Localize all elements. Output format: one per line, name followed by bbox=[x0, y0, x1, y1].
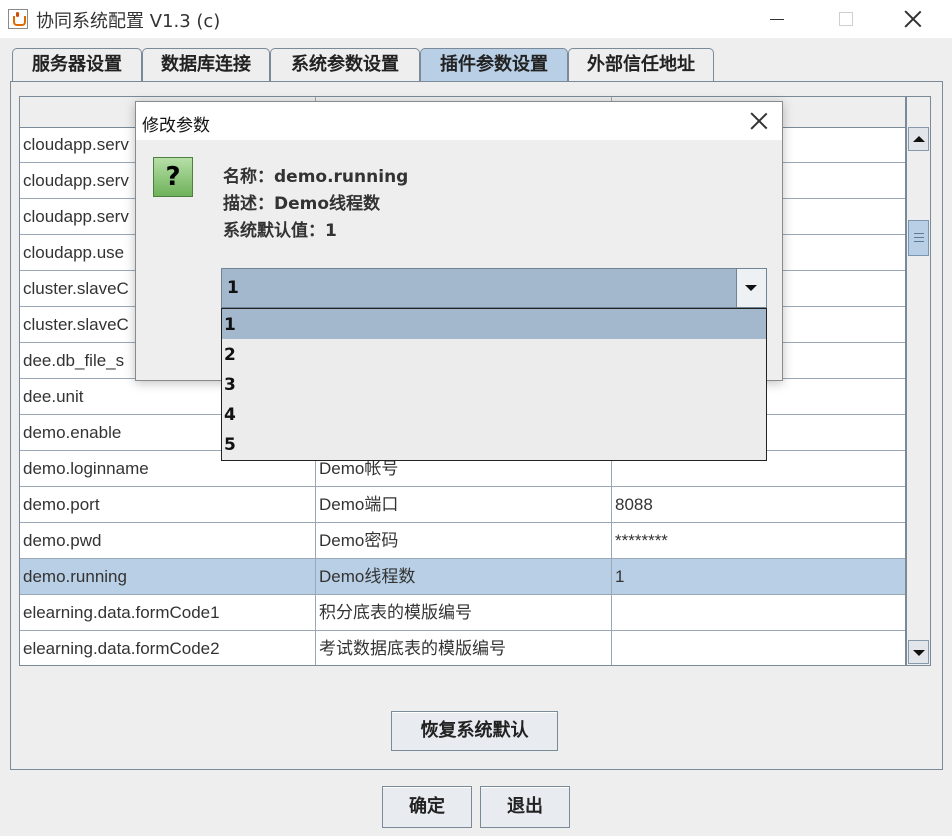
dialog-title-bar: 修改参数 bbox=[136, 102, 782, 140]
cell-param-description[interactable]: Demo端口 bbox=[316, 487, 612, 523]
table-row[interactable]: elearning.data.formCode1 积分底表的模版编号 bbox=[20, 595, 905, 631]
maximize-button bbox=[822, 0, 868, 38]
desc-value: Demo线程数 bbox=[274, 194, 381, 214]
minimize-icon bbox=[770, 19, 784, 20]
scroll-up-button[interactable] bbox=[908, 127, 929, 151]
cell-param-name[interactable]: demo.port bbox=[20, 487, 316, 523]
name-label: 名称： bbox=[223, 167, 274, 187]
cell-param-value[interactable]: 1 bbox=[612, 559, 905, 595]
question-icon: ? bbox=[153, 157, 193, 197]
cell-param-name[interactable]: demo.running bbox=[20, 559, 316, 595]
dropdown-option[interactable]: 4 bbox=[222, 399, 766, 429]
close-button[interactable] bbox=[890, 0, 936, 38]
tab-server-settings[interactable]: 服务器设置 bbox=[12, 48, 142, 81]
cell-param-value[interactable]: ******** bbox=[612, 523, 905, 559]
exit-button[interactable]: 退出 bbox=[480, 786, 570, 828]
table-row[interactable]: demo.running Demo线程数 1 bbox=[20, 559, 905, 595]
title-bar: 协同系统配置 V1.3 (c) bbox=[0, 0, 952, 38]
cell-param-value[interactable] bbox=[612, 595, 905, 631]
maximize-icon bbox=[839, 12, 853, 26]
minimize-button[interactable] bbox=[754, 0, 800, 38]
table-row[interactable]: demo.port Demo端口 8088 bbox=[20, 487, 905, 523]
name-value: demo.running bbox=[274, 167, 409, 187]
param-desc-line: 描述：Demo线程数 bbox=[223, 189, 380, 214]
dropdown-option[interactable]: 3 bbox=[222, 369, 766, 399]
table-row[interactable]: demo.pwd Demo密码 ******** bbox=[20, 523, 905, 559]
vertical-scrollbar[interactable] bbox=[906, 96, 931, 666]
combobox-value: 1 bbox=[227, 278, 239, 298]
cell-param-value[interactable]: 8088 bbox=[612, 487, 905, 523]
dropdown-option[interactable]: 2 bbox=[222, 339, 766, 369]
combobox-arrow-button[interactable] bbox=[736, 269, 766, 307]
cell-param-name[interactable]: elearning.data.formCode2 bbox=[20, 631, 316, 665]
dialog-title: 修改参数 bbox=[142, 116, 210, 136]
desc-label: 描述： bbox=[223, 194, 274, 214]
cell-param-description[interactable]: 考试数据底表的模版编号 bbox=[316, 631, 612, 665]
tab-system-params[interactable]: 系统参数设置 bbox=[270, 48, 420, 81]
default-label: 系统默认值： bbox=[223, 221, 325, 241]
param-name-line: 名称：demo.running bbox=[223, 162, 408, 187]
table-row[interactable]: elearning.data.formCode2 考试数据底表的模版编号 bbox=[20, 631, 905, 665]
default-value: 1 bbox=[325, 221, 337, 241]
restore-default-button[interactable]: 恢复系统默认 bbox=[391, 711, 558, 751]
chevron-down-icon bbox=[745, 285, 757, 291]
param-default-line: 系统默认值：1 bbox=[223, 216, 337, 241]
cell-param-name[interactable]: demo.pwd bbox=[20, 523, 316, 559]
close-icon bbox=[904, 10, 922, 28]
window-title: 协同系统配置 V1.3 (c) bbox=[36, 11, 221, 32]
tab-plugin-params[interactable]: 插件参数设置 bbox=[420, 48, 568, 82]
tab-database-connection[interactable]: 数据库连接 bbox=[142, 48, 270, 81]
arrow-down-icon bbox=[913, 650, 925, 656]
cell-param-description[interactable]: 积分底表的模版编号 bbox=[316, 595, 612, 631]
arrow-up-icon bbox=[913, 136, 925, 142]
dropdown-option[interactable]: 5 bbox=[222, 429, 766, 459]
cell-param-value[interactable] bbox=[612, 631, 905, 665]
cell-param-description[interactable]: Demo密码 bbox=[316, 523, 612, 559]
dialog-close-icon[interactable] bbox=[750, 112, 768, 130]
dropdown-option[interactable]: 1 bbox=[222, 309, 766, 339]
java-cup-icon bbox=[8, 9, 28, 29]
combobox-dropdown-list[interactable]: 12345 bbox=[221, 308, 767, 461]
ok-button[interactable]: 确定 bbox=[382, 786, 472, 828]
scroll-thumb[interactable] bbox=[908, 220, 929, 256]
scroll-down-button[interactable] bbox=[908, 640, 929, 664]
cell-param-name[interactable]: elearning.data.formCode1 bbox=[20, 595, 316, 631]
cell-param-description[interactable]: Demo线程数 bbox=[316, 559, 612, 595]
tab-external-trust[interactable]: 外部信任地址 bbox=[568, 48, 714, 81]
value-combobox[interactable]: 1 bbox=[221, 268, 767, 308]
